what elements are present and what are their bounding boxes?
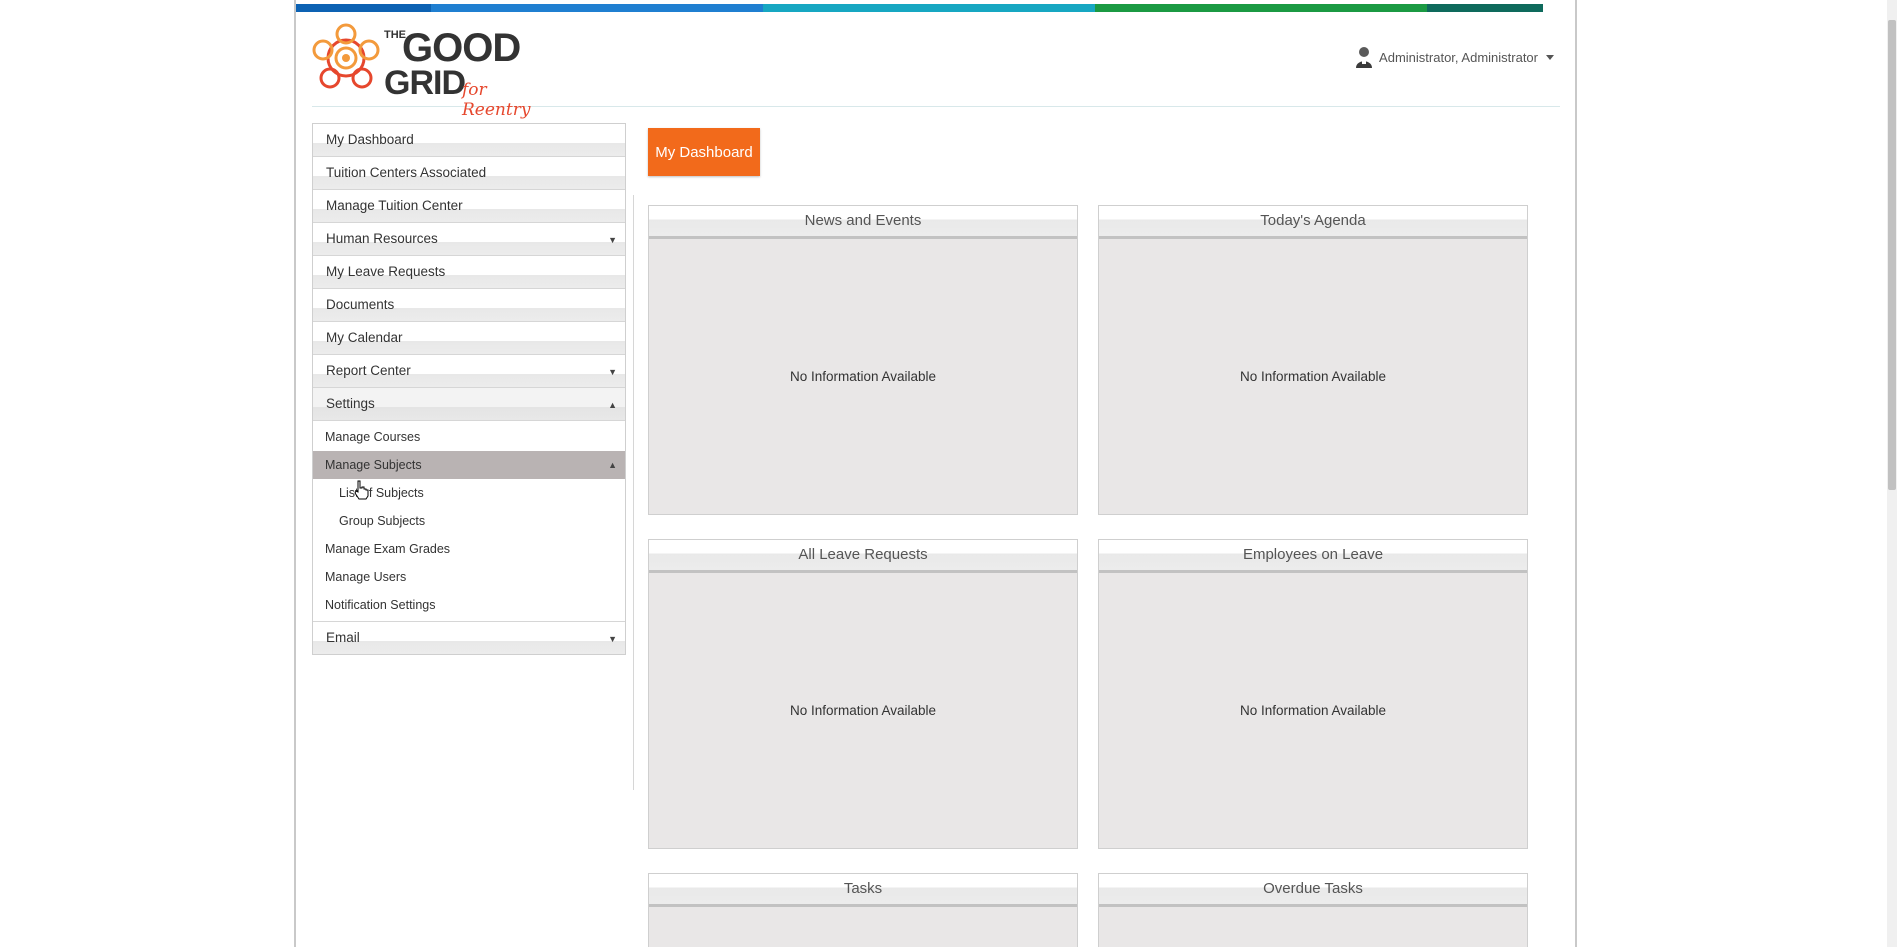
panel-empty-message: No Information Available	[789, 369, 937, 384]
sidebar-item-label: Tuition Centers Associated	[326, 165, 487, 180]
panel-all-leave-requests: All Leave Requests No Information Availa…	[648, 539, 1078, 849]
flower-logo-icon	[312, 23, 380, 89]
panel-todays-agenda: Today's Agenda No Information Available	[1098, 205, 1528, 515]
sidebar-item-label: Settings	[326, 396, 375, 411]
sidebar-item-label: Human Resources	[326, 231, 438, 246]
panel-news-and-events: News and Events No Information Available	[648, 205, 1078, 515]
sidebar-item-label: My Calendar	[326, 330, 403, 345]
chevron-down-icon	[1546, 54, 1554, 60]
sidebar-subitem-label: Manage Courses	[325, 430, 421, 444]
page-scrollbar[interactable]	[1887, 0, 1897, 947]
sidebar-item-report-center[interactable]: Report Center ▼	[313, 355, 625, 388]
user-avatar-icon	[1356, 47, 1373, 68]
panel-title: All Leave Requests	[649, 540, 1077, 573]
sidebar-item-human-resources[interactable]: Human Resources ▼	[313, 223, 625, 256]
sidebar-subitem-group-subjects[interactable]: Group Subjects	[313, 507, 625, 535]
sidebar-item-documents[interactable]: Documents	[313, 289, 625, 322]
user-menu[interactable]: Administrator, Administrator	[1355, 46, 1554, 68]
user-name: Administrator, Administrator	[1379, 49, 1538, 65]
panel-empty-message	[649, 907, 1077, 947]
top-color-bar	[296, 4, 1575, 12]
panel-overdue-tasks: Overdue Tasks	[1098, 873, 1528, 947]
panel-title: Employees on Leave	[1099, 540, 1527, 573]
sidebar-item-settings[interactable]: Settings ▲	[313, 388, 625, 421]
expand-arrow-icon: ▼	[608, 235, 617, 245]
sidebar-subitem-label: List of Subjects	[339, 486, 424, 500]
sidebar-subitem-label: Manage Subjects	[325, 458, 422, 472]
content-divider	[633, 195, 634, 790]
logo-the: THE	[384, 29, 406, 41]
sidebar-item-manage-tuition-center[interactable]: Manage Tuition Center	[313, 190, 625, 223]
sidebar-subitem-manage-subjects[interactable]: Manage Subjects ▲	[313, 451, 625, 479]
logo-tagline: for Reentry	[462, 80, 531, 120]
sidebar-subitem-manage-exam-grades[interactable]: Manage Exam Grades	[313, 535, 625, 563]
sidebar-item-email[interactable]: Email ▼	[313, 622, 625, 654]
sidebar-item-my-dashboard[interactable]: My Dashboard	[313, 124, 625, 157]
panel-empty-message	[1099, 907, 1527, 947]
collapse-arrow-icon: ▲	[608, 460, 617, 470]
sidebar-item-my-calendar[interactable]: My Calendar	[313, 322, 625, 355]
sidebar-nav: My Dashboard Tuition Centers Associated …	[312, 123, 626, 655]
logo[interactable]: THE GOOD GRID for Reentry	[312, 18, 532, 120]
sidebar-subitem-label: Manage Users	[325, 570, 407, 584]
sidebar-subitem-label: Manage Exam Grades	[325, 542, 451, 556]
page-container: THE GOOD GRID for Reentry Administrator,…	[294, 0, 1577, 947]
panel-title: Today's Agenda	[1099, 206, 1527, 239]
panel-empty-message: No Information Available	[1239, 703, 1387, 718]
sidebar-item-label: My Leave Requests	[326, 264, 446, 279]
panel-title: News and Events	[649, 206, 1077, 239]
sidebar-subitem-manage-users[interactable]: Manage Users	[313, 563, 625, 591]
sidebar-subitem-notification-settings[interactable]: Notification Settings	[313, 591, 625, 619]
sidebar-item-label: Report Center	[326, 363, 411, 378]
sidebar-subitem-label: Notification Settings	[325, 598, 436, 612]
panel-empty-message: No Information Available	[1239, 369, 1387, 384]
sidebar-item-label: Manage Tuition Center	[326, 198, 463, 213]
panel-tasks: Tasks	[648, 873, 1078, 947]
panel-employees-on-leave: Employees on Leave No Information Availa…	[1098, 539, 1528, 849]
logo-grid: GRID	[384, 64, 466, 102]
sidebar-subitem-manage-courses[interactable]: Manage Courses	[313, 423, 625, 451]
sidebar-item-label: My Dashboard	[326, 132, 414, 147]
my-dashboard-button[interactable]: My Dashboard	[648, 128, 760, 176]
sidebar-item-tuition-centers-associated[interactable]: Tuition Centers Associated	[313, 157, 625, 190]
hand-cursor-icon	[354, 480, 369, 500]
expand-arrow-icon: ▼	[608, 367, 617, 377]
panel-title: Overdue Tasks	[1099, 874, 1527, 907]
header: THE GOOD GRID for Reentry Administrator,…	[312, 12, 1560, 120]
panel-empty-message: No Information Available	[789, 703, 937, 718]
sidebar-subitem-label: Group Subjects	[339, 514, 426, 528]
sidebar-item-label: Documents	[326, 297, 395, 312]
logo-good: GOOD	[402, 26, 521, 70]
scrollbar-thumb[interactable]	[1888, 20, 1896, 490]
expand-arrow-icon: ▼	[608, 634, 617, 644]
collapse-arrow-icon: ▲	[608, 400, 617, 410]
sidebar-item-my-leave-requests[interactable]: My Leave Requests	[313, 256, 625, 289]
panel-title: Tasks	[649, 874, 1077, 907]
sidebar-item-label: Email	[326, 630, 360, 645]
settings-submenu: Manage Courses Manage Subjects ▲ List of …	[313, 421, 625, 622]
